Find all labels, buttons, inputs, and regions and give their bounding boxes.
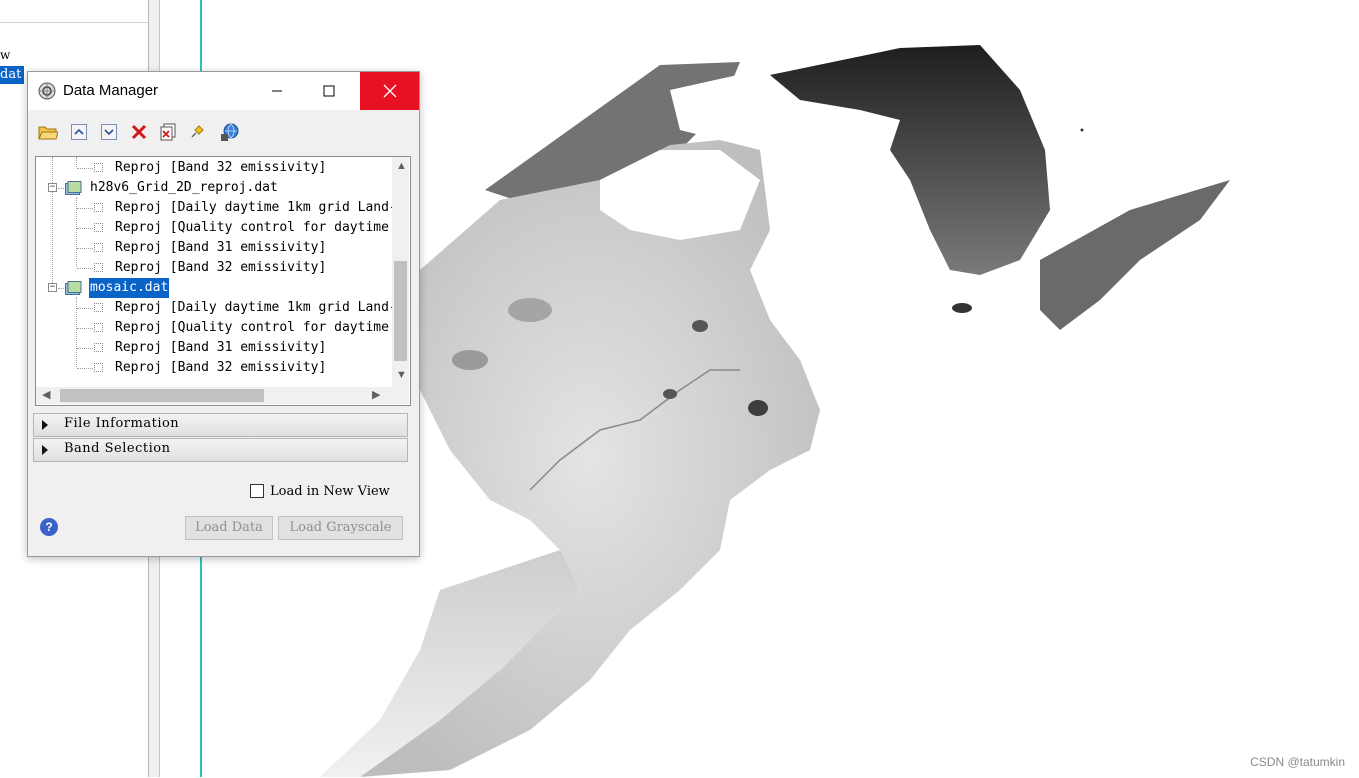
map-lake: [748, 400, 768, 416]
tree-file-row[interactable]: − h28v6_Grid_2D_reproj.dat: [36, 178, 392, 198]
band-checkbox[interactable]: [94, 323, 103, 332]
raster-file-icon: [65, 281, 82, 295]
band-label: Reproj [Band 31 emissivity]: [115, 240, 327, 255]
collapse-all-button[interactable]: [69, 122, 89, 142]
map-region-peninsula: [770, 45, 1050, 275]
dialog-title: Data Manager: [63, 82, 159, 99]
left-panel-selected-item[interactable]: dat: [0, 66, 25, 84]
tree-band-row[interactable]: Reproj [Band 32 emissivity]: [36, 158, 392, 178]
band-checkbox[interactable]: [94, 343, 103, 352]
close-button[interactable]: [360, 72, 419, 110]
band-selection-section[interactable]: Band Selection: [33, 438, 408, 462]
expand-down-icon: [101, 124, 117, 140]
tree-band-row[interactable]: Reproj [Daily daytime 1km grid Land-: [36, 298, 397, 318]
options-button[interactable]: [220, 122, 240, 142]
minimize-icon: [272, 90, 282, 92]
scrollbar-corner: [392, 387, 409, 404]
band-checkbox[interactable]: [94, 263, 103, 272]
map-island: [952, 303, 972, 313]
close-icon: [383, 84, 396, 98]
band-label: Reproj [Quality control for daytime 1: [115, 320, 405, 335]
band-checkbox[interactable]: [94, 243, 103, 252]
horizontal-scrollbar[interactable]: ◀ ▶: [36, 387, 392, 404]
vertical-scroll-thumb[interactable]: [394, 261, 407, 361]
file-label: mosaic.dat: [89, 278, 170, 298]
tree-collapse-toggle[interactable]: −: [48, 283, 57, 292]
file-information-section[interactable]: File Information: [33, 413, 408, 437]
expand-triangle-icon: [42, 445, 48, 455]
map-dark-patch: [663, 389, 677, 399]
file-tree[interactable]: Reproj [Band 32 emissivity] − h28v6_Grid…: [35, 156, 411, 406]
pin-button[interactable]: [187, 122, 207, 142]
band-label: Reproj [Daily daytime 1km grid Land-: [115, 200, 397, 215]
file-label: h28v6_Grid_2D_reproj.dat: [90, 180, 278, 195]
load-in-new-view-checkbox[interactable]: [250, 484, 264, 498]
load-data-button[interactable]: Load Data: [185, 516, 273, 540]
horizontal-scroll-thumb[interactable]: [60, 389, 264, 402]
map-region-islands: [1040, 180, 1230, 330]
globe-options-icon: [221, 123, 239, 141]
tree-band-row[interactable]: Reproj [Band 31 emissivity]: [36, 238, 392, 258]
tree-band-row[interactable]: Reproj [Quality control for daytime 1: [36, 318, 405, 338]
maximize-icon: [323, 85, 335, 97]
band-label: Reproj [Daily daytime 1km grid Land-: [115, 300, 397, 315]
band-checkbox[interactable]: [94, 303, 103, 312]
band-checkbox[interactable]: [94, 223, 103, 232]
map-island: [1080, 128, 1084, 132]
tree-band-row[interactable]: Reproj [Quality control for daytime 1: [36, 218, 405, 238]
map-dark-patch: [452, 350, 488, 370]
band-checkbox[interactable]: [94, 163, 103, 172]
left-panel-text-fragment: w: [0, 48, 11, 62]
tree-band-row[interactable]: Reproj [Band 32 emissivity]: [36, 258, 392, 278]
open-folder-icon: [38, 126, 58, 140]
raster-file-icon: [65, 181, 82, 195]
data-manager-app-icon: [38, 82, 56, 100]
collapse-up-icon: [71, 124, 87, 140]
map-dark-patch: [692, 320, 708, 332]
close-files-icon: [160, 123, 176, 141]
tree-collapse-toggle[interactable]: −: [48, 183, 57, 192]
section-label: Band Selection: [64, 441, 171, 456]
expand-all-button[interactable]: [99, 122, 119, 142]
pin-icon: [191, 125, 204, 138]
remove-button[interactable]: [129, 122, 149, 142]
expand-triangle-icon: [42, 420, 48, 430]
band-label: Reproj [Band 32 emissivity]: [115, 160, 327, 175]
dialog-title-bar[interactable]: Data Manager: [28, 72, 419, 110]
load-in-new-view-label: Load in New View: [270, 484, 390, 499]
band-label: Reproj [Quality control for daytime 1: [115, 220, 405, 235]
tree-band-row[interactable]: Reproj [Daily daytime 1km grid Land-: [36, 198, 397, 218]
dialog-toolbar: [28, 110, 419, 154]
scroll-left-icon[interactable]: ◀: [42, 388, 50, 401]
band-label: Reproj [Band 32 emissivity]: [115, 260, 327, 275]
open-folder-button[interactable]: [38, 122, 58, 142]
tree-band-row[interactable]: Reproj [Band 32 emissivity]: [36, 358, 392, 378]
help-icon[interactable]: ?: [40, 518, 58, 536]
minimize-button[interactable]: [254, 72, 300, 110]
scroll-right-icon[interactable]: ▶: [372, 388, 380, 401]
scroll-up-icon[interactable]: ▲: [396, 160, 407, 172]
section-label: File Information: [64, 416, 180, 431]
vertical-scrollbar[interactable]: ▲ ▼: [392, 157, 409, 387]
band-checkbox[interactable]: [94, 203, 103, 212]
tree-band-row[interactable]: Reproj [Band 31 emissivity]: [36, 338, 392, 358]
close-all-files-button[interactable]: [158, 122, 178, 142]
band-label: Reproj [Band 31 emissivity]: [115, 340, 327, 355]
tree-file-row-selected[interactable]: − mosaic.dat: [36, 278, 392, 298]
band-label: Reproj [Band 32 emissivity]: [115, 360, 327, 375]
remove-x-icon: [131, 124, 147, 140]
map-dark-patch: [508, 298, 552, 322]
watermark: CSDN @tatumkin: [1250, 755, 1345, 769]
raster-map-view[interactable]: [300, 30, 1260, 777]
band-checkbox[interactable]: [94, 363, 103, 372]
load-grayscale-button[interactable]: Load Grayscale: [278, 516, 403, 540]
maximize-button[interactable]: [306, 72, 352, 110]
data-manager-dialog: Data Manager Reproj [Band 32 emissivity]…: [27, 71, 420, 557]
scroll-down-icon[interactable]: ▼: [396, 369, 407, 381]
